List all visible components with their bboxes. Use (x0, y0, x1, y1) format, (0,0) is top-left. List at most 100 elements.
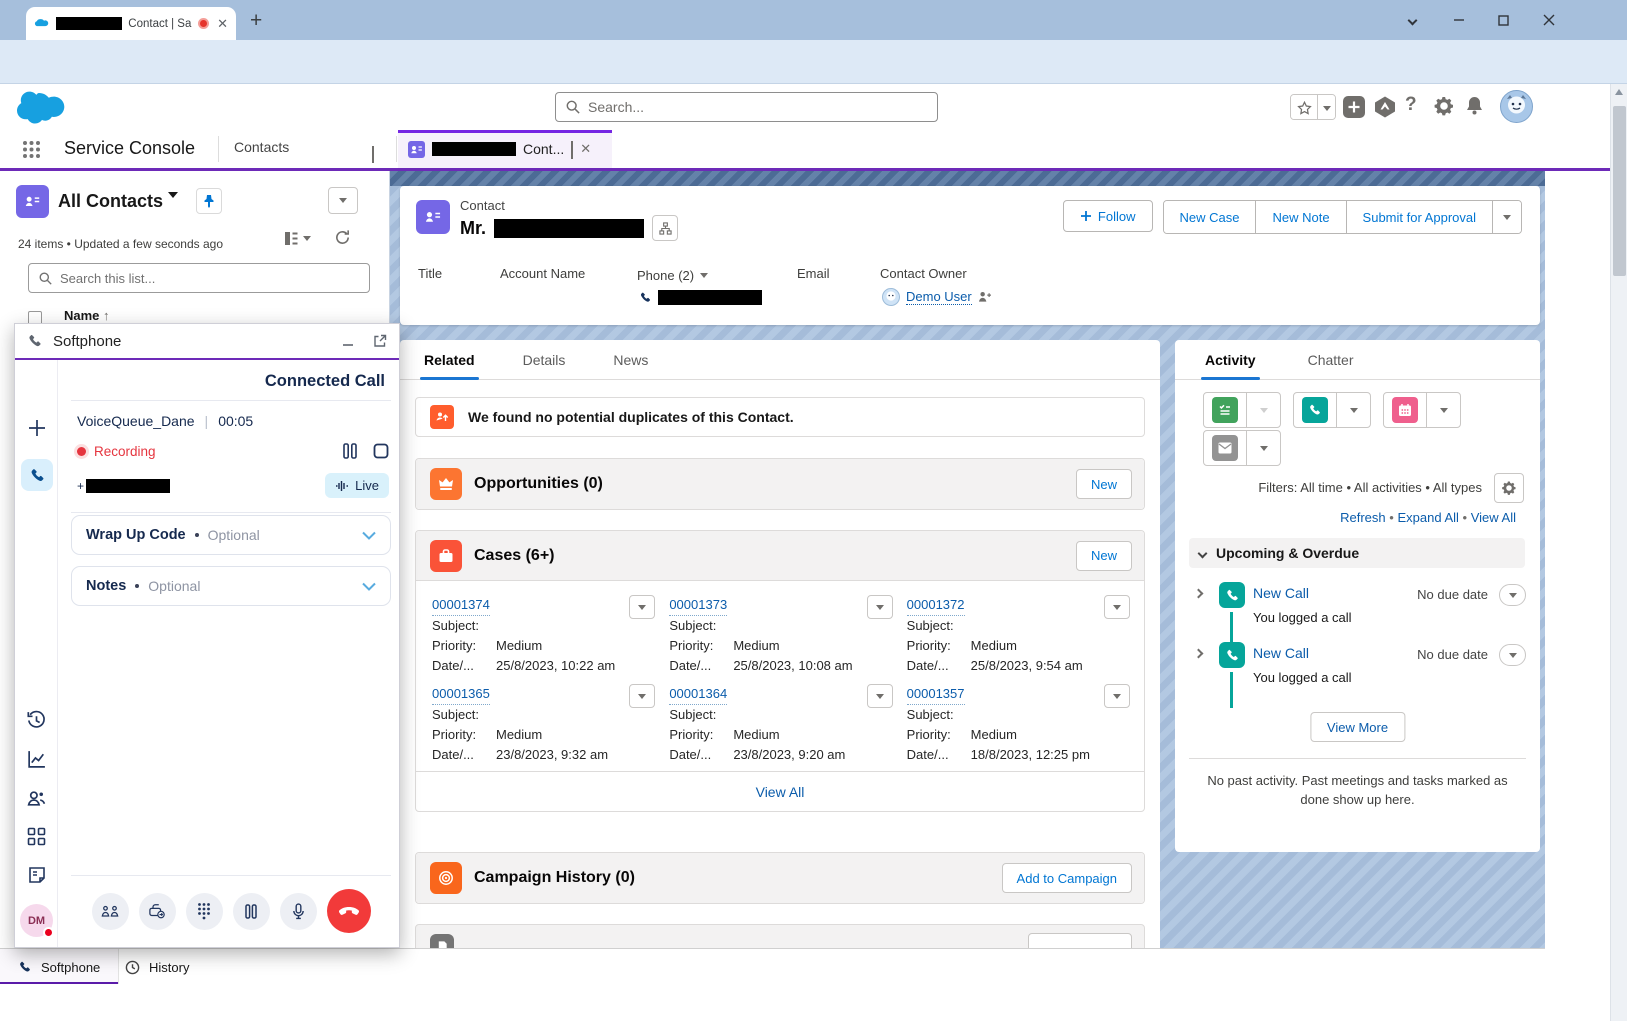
mute-mic-button[interactable] (280, 893, 317, 930)
minimize-icon[interactable] (341, 334, 355, 348)
case-row-actions-dropdown[interactable] (1104, 595, 1130, 619)
end-call-button[interactable] (327, 889, 371, 933)
item-actions-dropdown[interactable] (1499, 584, 1526, 606)
more-actions-dropdown[interactable] (1492, 201, 1521, 233)
new-note-button[interactable]: New Note (1255, 201, 1345, 233)
case-number-link[interactable]: 00001364 (669, 684, 727, 705)
cases-header[interactable]: Cases (6+) New (416, 531, 1144, 581)
opportunities-header[interactable]: Opportunities (0) New (416, 459, 1144, 509)
agent-avatar[interactable]: DM (20, 904, 53, 937)
activity-item-link[interactable]: New Call (1253, 585, 1309, 601)
live-transcription-chip[interactable]: Live (325, 473, 389, 498)
list-actions-dropdown[interactable] (328, 187, 358, 214)
log-call-button[interactable] (1294, 393, 1336, 427)
new-tab-button[interactable]: + (250, 10, 262, 31)
new-task-button[interactable] (1204, 393, 1246, 427)
stats-chart-icon[interactable] (15, 749, 58, 770)
user-avatar[interactable] (1500, 90, 1533, 123)
call-history-icon[interactable] (15, 710, 58, 731)
case-row-actions-dropdown[interactable] (1104, 684, 1130, 708)
tab-close-icon[interactable]: ✕ (217, 16, 228, 32)
activity-item-link[interactable]: New Call (1253, 645, 1309, 661)
window-close-button[interactable] (1526, 0, 1571, 40)
hold-button[interactable] (233, 893, 270, 930)
scrollbar-up-arrow[interactable] (1615, 89, 1623, 95)
new-case-button[interactable]: New Case (1164, 201, 1256, 233)
name-column-header[interactable]: Name ↑ (64, 308, 110, 323)
case-number-link[interactable]: 00001373 (669, 595, 727, 616)
cases-view-all-link[interactable]: View All (756, 784, 805, 800)
campaign-title[interactable]: Campaign History (0) (474, 869, 635, 887)
contacts-directory-icon[interactable] (15, 788, 58, 809)
display-as-button[interactable] (284, 231, 311, 246)
notes-section[interactable]: Notes Optional (71, 566, 391, 606)
expand-item-chevron-icon[interactable] (1194, 589, 1204, 599)
case-number-link[interactable]: 00001374 (432, 595, 490, 616)
pin-list-icon[interactable] (196, 188, 222, 214)
add-to-campaign-button[interactable]: Add to Campaign (1002, 863, 1132, 893)
tab-related[interactable]: Related (424, 340, 475, 380)
popout-icon[interactable] (373, 334, 387, 348)
email-button[interactable] (1204, 431, 1246, 465)
utility-softphone-tab[interactable]: Softphone (0, 949, 119, 985)
case-number-link[interactable]: 00001357 (907, 684, 965, 705)
new-call-plus-icon[interactable] (15, 418, 58, 438)
page-scrollbar[interactable] (1610, 84, 1627, 1021)
expand-chevron-icon[interactable] (362, 582, 376, 591)
tab-news[interactable]: News (613, 340, 648, 380)
owner-link[interactable]: Demo User (906, 289, 972, 305)
dialpad-button[interactable] (186, 893, 223, 930)
active-call-tab-icon[interactable] (21, 459, 53, 491)
expand-chevron-icon[interactable] (362, 531, 376, 540)
pause-recording-icon[interactable] (343, 443, 357, 459)
phone-value[interactable] (639, 290, 762, 305)
case-row-actions-dropdown[interactable] (629, 684, 655, 708)
favorites-star-icon[interactable] (1291, 95, 1317, 120)
tab-details[interactable]: Details (523, 340, 566, 380)
browser-menu-chevron-icon[interactable] (1390, 0, 1435, 40)
follow-button[interactable]: Follow (1063, 200, 1153, 232)
favorites-dropdown-icon[interactable] (1317, 95, 1335, 120)
record-tab-chevron-icon[interactable] (571, 141, 573, 157)
activity-settings-gear-icon[interactable] (1494, 473, 1524, 503)
app-launcher-waffle-icon[interactable] (22, 140, 41, 159)
setup-gear-icon[interactable] (1433, 95, 1455, 117)
refresh-list-icon[interactable] (334, 229, 351, 246)
notes-pad-icon[interactable] (15, 865, 58, 885)
field-phone-label[interactable]: Phone (2) (637, 268, 708, 283)
submit-for-approval-button[interactable]: Submit for Approval (1346, 201, 1492, 233)
event-dropdown-icon[interactable] (1426, 393, 1460, 427)
refresh-link[interactable]: Refresh (1340, 510, 1386, 525)
global-actions-icon[interactable] (1342, 95, 1366, 119)
guidance-center-icon[interactable] (1373, 95, 1397, 119)
global-search-box[interactable]: Search... (555, 92, 938, 122)
notifications-bell-icon[interactable] (1464, 95, 1485, 117)
campaign-header[interactable]: Campaign History (0) Add to Campaign (416, 853, 1144, 903)
browser-tab[interactable]: Contact | Sal ✕ (26, 7, 236, 40)
conference-button[interactable] (92, 893, 129, 930)
case-row-actions-dropdown[interactable] (867, 684, 893, 708)
change-owner-icon[interactable] (978, 291, 991, 303)
list-view-chevron-icon[interactable] (168, 198, 178, 213)
new-event-button[interactable] (1384, 393, 1426, 427)
upcoming-overdue-section[interactable]: Upcoming & Overdue (1189, 538, 1525, 568)
window-minimize-button[interactable] (1436, 0, 1481, 40)
tab-chatter[interactable]: Chatter (1308, 340, 1354, 380)
email-dropdown-icon[interactable] (1246, 431, 1280, 465)
list-search-box[interactable]: Search this list... (28, 263, 370, 293)
item-actions-dropdown[interactable] (1499, 644, 1526, 666)
list-view-title[interactable]: All Contacts (58, 191, 163, 212)
window-maximize-button[interactable] (1481, 0, 1526, 40)
nav-tab-contact-record[interactable]: Cont... ✕ (398, 130, 612, 168)
contacts-tab-chevron-icon[interactable] (372, 146, 374, 161)
transfer-call-button[interactable] (139, 893, 176, 930)
nav-tab-contacts[interactable]: Contacts (234, 139, 289, 155)
view-all-link[interactable]: View All (1471, 510, 1516, 525)
new-opportunity-button[interactable]: New (1076, 469, 1132, 499)
section-collapse-chevron-icon[interactable] (1198, 548, 1208, 558)
help-icon[interactable]: ? (1405, 94, 1417, 116)
tab-activity[interactable]: Activity (1205, 340, 1256, 380)
cases-title[interactable]: Cases (6+) (474, 547, 555, 565)
wrap-up-code-section[interactable]: Wrap Up Code Optional (71, 515, 391, 555)
expand-all-link[interactable]: Expand All (1397, 510, 1458, 525)
